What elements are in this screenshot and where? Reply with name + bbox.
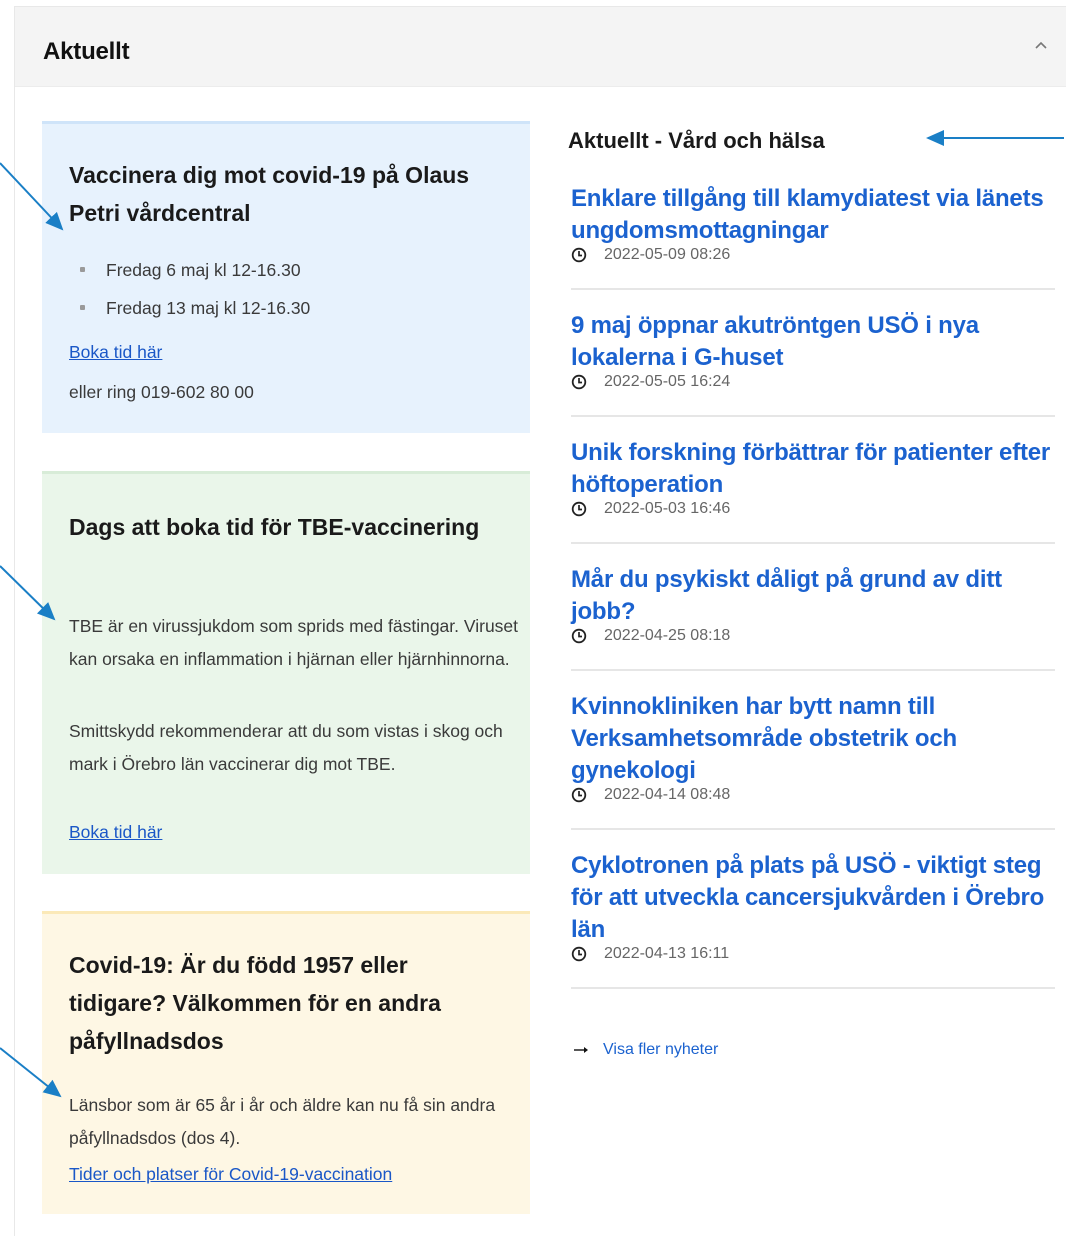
clock-icon [571,946,587,962]
vaccination-times-link[interactable]: Tider och platser för Covid-19-vaccinati… [69,1164,392,1185]
news-item: Mår du psykiskt dåligt på grund av ditt … [571,564,1055,671]
news-title-link[interactable]: Unik forskning förbättrar för patienter … [571,437,1055,501]
news-meta: 2022-04-14 08:48 [571,785,1055,805]
news-item: Cyklotronen på plats på USÖ - viktigt st… [571,850,1055,989]
news-meta: 2022-05-03 16:46 [571,499,1055,519]
news-date: 2022-04-14 08:48 [604,786,731,803]
news-date: 2022-05-09 08:26 [604,246,731,263]
news-meta: 2022-05-05 16:24 [571,372,1055,392]
clock-icon [571,628,587,644]
news-title-link[interactable]: Mår du psykiskt dåligt på grund av ditt … [571,564,1055,628]
bullet-icon [80,305,85,310]
covid-vaccine-card: Vaccinera dig mot covid-19 på Olaus Petr… [42,121,530,433]
book-appointment-link[interactable]: Boka tid här [69,822,162,843]
phone-note: eller ring 019-602 80 00 [69,382,254,402]
news-date: 2022-04-13 16:11 [604,945,730,962]
clock-icon [571,787,587,803]
card-title: Vaccinera dig mot covid-19 på Olaus Petr… [69,162,470,226]
news-item: Kvinnokliniken har bytt namn till Verksa… [571,691,1055,830]
news-meta: 2022-04-25 08:18 [571,626,1055,646]
news-title-link[interactable]: Kvinnokliniken har bytt namn till Verksa… [571,691,1055,787]
news-list: Enklare tillgång till klamydiatest via l… [571,183,1055,1009]
card-paragraph: TBE är en virussjukdom som sprids med fä… [69,616,519,669]
list-item-text: Fredag 13 maj kl 12-16.30 [106,298,311,318]
panel-title: Aktuellt [43,38,130,65]
news-item: 9 maj öppnar akutröntgen USÖ i nya lokal… [571,310,1055,417]
chevron-up-icon[interactable] [1032,37,1050,55]
bullet-icon [80,267,85,272]
news-item: Unik forskning förbättrar för patienter … [571,437,1055,544]
more-news-label: Visa fler nyheter [603,1041,719,1058]
arrow-right-icon [574,1047,588,1053]
news-title-link[interactable]: Cyklotronen på plats på USÖ - viktigt st… [571,850,1055,946]
news-meta: 2022-04-13 16:11 [571,944,1055,964]
card-title: Dags att boka tid för TBE-vaccinering [69,514,480,540]
clock-icon [571,374,587,390]
list-item: Fredag 13 maj kl 12-16.30 [80,298,310,336]
news-meta: 2022-05-09 08:26 [571,245,1055,265]
list-item: Fredag 6 maj kl 12-16.30 [80,260,310,298]
more-news-link[interactable]: Visa fler nyheter [573,1041,718,1059]
card-title: Covid-19: Är du född 1957 eller tidigare… [69,952,441,1054]
news-date: 2022-05-03 16:46 [604,500,731,517]
clock-icon [571,501,587,517]
card-paragraph: Länsbor som är 65 år i år och äldre kan … [69,1095,496,1148]
booster-dose-card: Covid-19: Är du född 1957 eller tidigare… [42,911,530,1214]
tbe-vaccine-card: Dags att boka tid för TBE-vaccinering TB… [42,471,530,874]
news-item: Enklare tillgång till klamydiatest via l… [571,183,1055,290]
card-paragraph: Smittskydd rekommenderar att du som vist… [69,721,503,774]
date-list: Fredag 6 maj kl 12-16.30 Fredag 13 maj k… [80,260,310,336]
news-date: 2022-04-25 08:18 [604,627,731,644]
book-appointment-link[interactable]: Boka tid här [69,342,162,363]
news-date: 2022-05-05 16:24 [604,373,731,390]
clock-icon [571,247,587,263]
news-title-link[interactable]: 9 maj öppnar akutröntgen USÖ i nya lokal… [571,310,1055,374]
list-item-text: Fredag 6 maj kl 12-16.30 [106,260,301,280]
news-heading: Aktuellt - Vård och hälsa [568,128,825,153]
news-title-link[interactable]: Enklare tillgång till klamydiatest via l… [571,183,1055,247]
panel-header[interactable]: Aktuellt [15,7,1066,87]
